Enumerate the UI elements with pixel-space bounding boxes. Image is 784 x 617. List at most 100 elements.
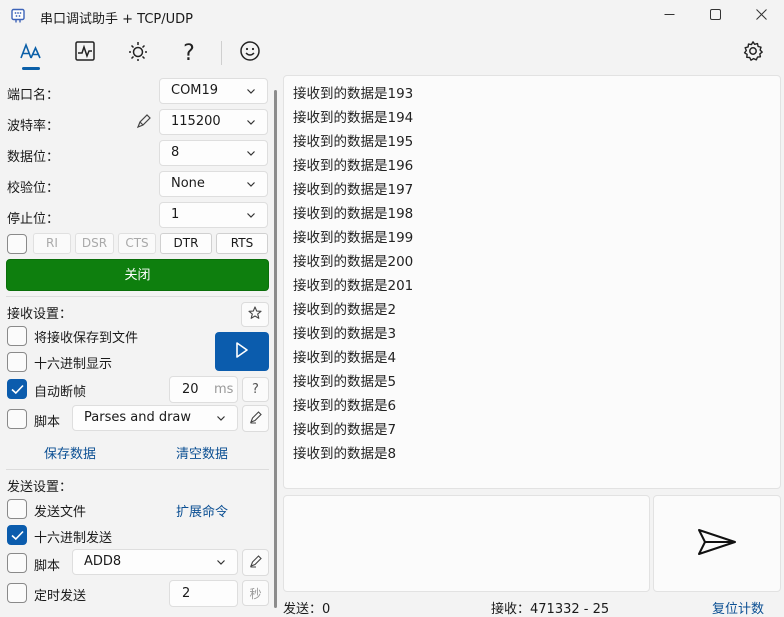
timed-send-checkbox[interactable] — [7, 583, 27, 603]
check-icon — [11, 384, 24, 395]
edit-receive-script-button[interactable] — [242, 405, 269, 432]
divider — [6, 469, 269, 470]
auto-frame-checkbox[interactable] — [7, 379, 27, 399]
font-icon — [19, 40, 43, 66]
settings-button[interactable] — [737, 38, 769, 68]
parity-value: None — [171, 176, 205, 191]
baud-select[interactable]: 115200 — [159, 109, 268, 135]
hex-send-checkbox[interactable] — [7, 525, 27, 545]
receive-line: 接收到的数据是2 — [293, 302, 397, 318]
close-button[interactable] — [738, 0, 784, 32]
receive-line: 接收到的数据是197 — [293, 182, 414, 198]
pin-ri: RI — [33, 233, 71, 254]
help-tool-button[interactable]: ? — [173, 38, 205, 68]
parity-label: 校验位： — [7, 181, 60, 196]
send-script-value: ADD8 — [84, 554, 122, 569]
receive-output[interactable]: 接收到的数据是193 接收到的数据是194 接收到的数据是195 接收到的数据是… — [283, 75, 781, 489]
save-to-file-checkbox[interactable] — [7, 326, 27, 346]
hex-send-label: 十六进制发送 — [34, 531, 113, 546]
play-button[interactable] — [215, 332, 269, 371]
app-icon — [10, 8, 26, 24]
pins-checkbox[interactable] — [7, 234, 27, 254]
chart-tool-button[interactable] — [69, 38, 101, 68]
databits-value: 8 — [171, 145, 180, 160]
reset-count-link[interactable]: 复位计数 — [712, 598, 764, 617]
receive-script-value: Parses and draw — [84, 410, 192, 425]
extend-command-link[interactable]: 扩展命令 — [176, 501, 228, 520]
stopbits-select[interactable]: 1 — [159, 202, 268, 228]
active-tool-indicator — [22, 67, 40, 70]
pin-cts: CTS — [118, 233, 156, 254]
stopbits-value: 1 — [171, 207, 180, 222]
receive-line: 接收到的数据是3 — [293, 326, 397, 342]
hex-display-checkbox[interactable] — [7, 352, 27, 372]
send-script-select[interactable]: ADD8 — [72, 549, 238, 575]
chevron-down-icon — [247, 151, 255, 156]
send-file-label: 发送文件 — [34, 505, 87, 520]
auto-frame-label: 自动断帧 — [34, 385, 87, 400]
star-icon — [248, 305, 262, 324]
receive-line: 接收到的数据是199 — [293, 230, 414, 246]
hex-display-label: 十六进制显示 — [34, 357, 113, 372]
baud-value: 115200 — [171, 114, 221, 129]
receive-script-select[interactable]: Parses and draw — [72, 405, 238, 431]
receive-line: 接收到的数据是200 — [293, 254, 414, 270]
receive-script-checkbox[interactable] — [7, 409, 27, 429]
pin-dtr-button[interactable]: DTR — [160, 233, 212, 254]
databits-select[interactable]: 8 — [159, 140, 268, 166]
chevron-down-icon — [217, 416, 225, 421]
receive-line: 接收到的数据是4 — [293, 350, 397, 366]
timer-interval-value: 2 — [182, 586, 191, 601]
pin-rts-button[interactable]: RTS — [216, 233, 268, 254]
send-file-checkbox[interactable] — [7, 499, 27, 519]
parity-select[interactable]: None — [159, 171, 268, 197]
title-bar: 串口调试助手 + TCP/UDP — [0, 0, 784, 32]
maximize-icon — [709, 8, 721, 24]
port-select[interactable]: COM19 — [159, 78, 268, 104]
send-icon — [697, 528, 737, 560]
chevron-down-icon — [217, 560, 225, 565]
receive-line: 接收到的数据是198 — [293, 206, 414, 222]
clear-data-link[interactable]: 清空数据 — [176, 443, 228, 462]
favorite-button[interactable] — [241, 302, 269, 327]
toolbar-divider — [221, 41, 222, 65]
send-button[interactable] — [653, 495, 781, 592]
chevron-down-icon — [247, 213, 255, 218]
receive-line: 接收到的数据是195 — [293, 134, 414, 150]
minimize-button[interactable] — [646, 0, 692, 32]
save-data-link[interactable]: 保存数据 — [44, 443, 96, 462]
pen-icon[interactable] — [136, 113, 152, 133]
chevron-down-icon — [247, 120, 255, 125]
stopbits-label: 停止位： — [7, 212, 60, 227]
receive-script-label: 脚本 — [34, 415, 61, 430]
receive-line: 接收到的数据是6 — [293, 398, 397, 414]
send-input[interactable] — [283, 495, 650, 592]
font-tool-button[interactable] — [15, 38, 47, 68]
sun-icon — [127, 40, 149, 66]
timer-interval-input[interactable]: 2 — [169, 580, 238, 607]
maximize-button[interactable] — [692, 0, 738, 32]
feedback-tool-button[interactable] — [234, 38, 266, 68]
receive-lines: 接收到的数据是193 接收到的数据是194 接收到的数据是195 接收到的数据是… — [293, 82, 413, 466]
port-label: 端口名： — [7, 88, 60, 103]
send-settings-title: 发送设置： — [7, 480, 73, 495]
chevron-down-icon — [247, 182, 255, 187]
frame-timeout-input[interactable]: 20 ms — [169, 376, 238, 403]
close-port-button[interactable]: 关闭 — [6, 259, 269, 291]
pin-dsr: DSR — [75, 233, 114, 254]
minimize-icon — [664, 9, 675, 24]
received-count: 接收：471332 - 25 — [491, 602, 610, 617]
window-title: 串口调试助手 + TCP/UDP — [40, 12, 193, 27]
receive-line: 接收到的数据是201 — [293, 278, 414, 294]
edit-send-script-button[interactable] — [242, 549, 269, 576]
send-script-checkbox[interactable] — [7, 553, 27, 573]
receive-settings-title: 接收设置： — [7, 307, 73, 322]
frame-help-button[interactable]: ? — [242, 377, 269, 402]
help-icon: ? — [183, 40, 195, 66]
frame-timeout-value: 20 — [182, 382, 199, 397]
theme-tool-button[interactable] — [122, 38, 154, 68]
chart-icon — [74, 40, 96, 66]
play-icon — [234, 341, 250, 363]
left-panel-scrollbar[interactable] — [274, 90, 277, 608]
help-icon: ? — [252, 382, 259, 397]
